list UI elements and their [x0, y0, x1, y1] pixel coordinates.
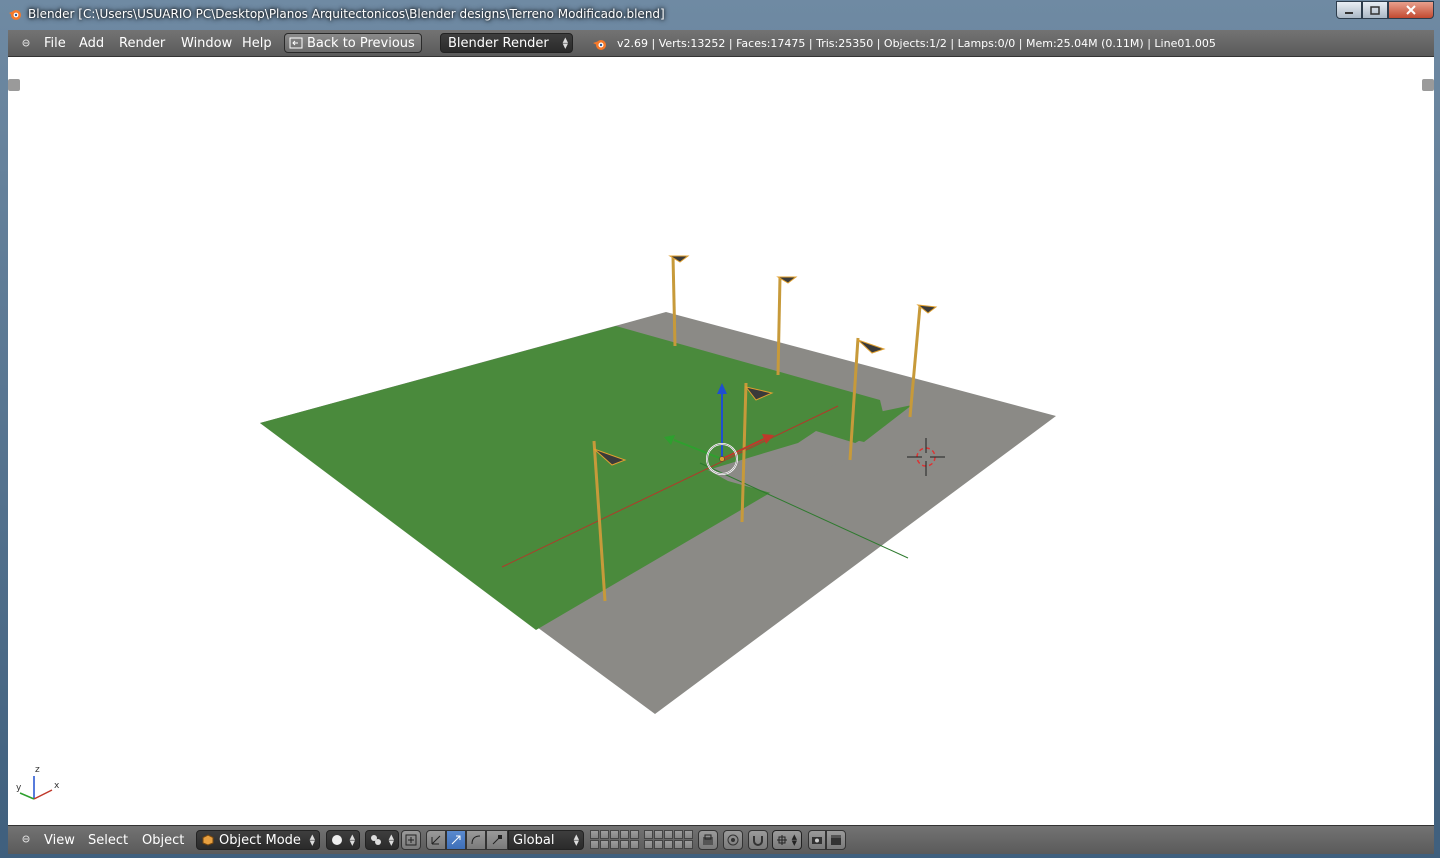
snap-toggle-button[interactable]: [748, 830, 768, 850]
manipulate-center-icon: [405, 834, 417, 846]
blender-logo-icon: [9, 10, 21, 20]
minimize-icon: [1345, 12, 1353, 14]
header-collapse-icon[interactable]: [22, 39, 30, 47]
lock-layers-button[interactable]: [698, 830, 718, 850]
menu-add[interactable]: Add: [79, 30, 104, 57]
scene-stats: v2.69 | Verts:13252 | Faces:17475 | Tris…: [617, 37, 1216, 50]
rotate-manipulator-button[interactable]: [466, 830, 486, 850]
updown-arrows-icon: ▲ ▼: [562, 36, 568, 50]
render-still-button[interactable]: [808, 830, 826, 850]
solid-shading-icon: [332, 835, 342, 845]
window-title: Blender [C:\Users\USUARIO PC\Desktop\Pla…: [28, 7, 665, 21]
back-to-previous-label: Back to Previous: [307, 35, 415, 51]
layers-lock-icon: [703, 834, 713, 845]
manipulator-toggle-button[interactable]: [426, 830, 446, 850]
3d-viewport[interactable]: z x y: [8, 57, 1434, 825]
render-animation-button[interactable]: [826, 830, 846, 850]
updown-arrows-icon: ▲ ▼: [349, 833, 355, 847]
interaction-mode-label: Object Mode: [219, 832, 301, 848]
scale-manipulator-button[interactable]: [486, 830, 508, 850]
scene-layers-right[interactable]: [644, 830, 693, 849]
view3d-header: View Select Object Object Mode ▲ ▼ ▲ ▼ ▲ ▼ …: [8, 825, 1434, 854]
minimize-button[interactable]: [1336, 1, 1362, 19]
snap-increment-icon: [777, 835, 787, 845]
proportional-edit-button[interactable]: [723, 830, 743, 850]
pivot-point-select[interactable]: ▲ ▼: [365, 830, 399, 850]
interaction-mode-select[interactable]: Object Mode ▲ ▼: [196, 830, 320, 850]
scene-layers-left[interactable]: [590, 830, 639, 849]
menu-render[interactable]: Render: [119, 30, 165, 57]
scale-icon: [492, 835, 502, 845]
close-icon: [1406, 5, 1416, 15]
menu-object[interactable]: Object: [142, 826, 184, 854]
info-header: File Add Render Window Help Back to Prev…: [8, 30, 1434, 57]
blender-version-icon: [593, 40, 606, 50]
viewport-shading-select[interactable]: ▲ ▼: [326, 830, 360, 850]
back-to-previous-button[interactable]: Back to Previous: [284, 33, 422, 53]
clapper-icon: [831, 835, 841, 845]
camera-icon: [812, 837, 822, 844]
view-axis-widget: [19, 776, 53, 800]
updown-arrows-icon: ▲ ▼: [388, 833, 394, 847]
menu-view[interactable]: View: [44, 826, 75, 854]
render-engine-label: Blender Render: [448, 35, 549, 51]
updown-arrows-icon: ▲ ▼: [573, 833, 579, 847]
render-engine-select[interactable]: Blender Render ▲ ▼: [440, 33, 573, 53]
menu-window[interactable]: Window: [181, 30, 232, 57]
axis-label-y: y: [16, 783, 22, 793]
updown-arrows-icon: ▲ ▼: [791, 833, 797, 847]
translate-manipulator-button[interactable]: [446, 830, 466, 850]
snap-element-select[interactable]: ▲ ▼: [772, 830, 802, 850]
menu-help[interactable]: Help: [242, 30, 272, 57]
transform-orientation-select[interactable]: Global ▲ ▼: [508, 830, 584, 850]
close-button[interactable]: [1388, 1, 1434, 19]
proportional-edit-icon: [727, 834, 739, 846]
header-collapse-icon[interactable]: [22, 835, 30, 843]
scene-render[interactable]: [8, 57, 1434, 825]
axis-label-z: z: [35, 765, 40, 775]
updown-arrows-icon: ▲ ▼: [309, 833, 315, 847]
manipulate-center-button[interactable]: [401, 830, 421, 850]
magnet-icon: [753, 836, 763, 846]
axis-label-x: x: [54, 781, 60, 791]
maximize-icon: [1370, 5, 1380, 15]
back-arrow-icon: [289, 37, 303, 49]
window-titlebar[interactable]: Blender [C:\Users\USUARIO PC\Desktop\Pla…: [0, 0, 1440, 28]
menu-select[interactable]: Select: [88, 826, 128, 854]
manipulator-icon: [431, 835, 441, 845]
maximize-button[interactable]: [1362, 1, 1388, 19]
rotate-arc-icon: [471, 835, 481, 845]
object-mode-icon: [202, 834, 214, 846]
transform-orientation-label: Global: [513, 832, 555, 848]
pivot-point-icon: [371, 835, 381, 845]
menu-file[interactable]: File: [44, 30, 66, 57]
translate-arrow-icon: [451, 835, 461, 845]
